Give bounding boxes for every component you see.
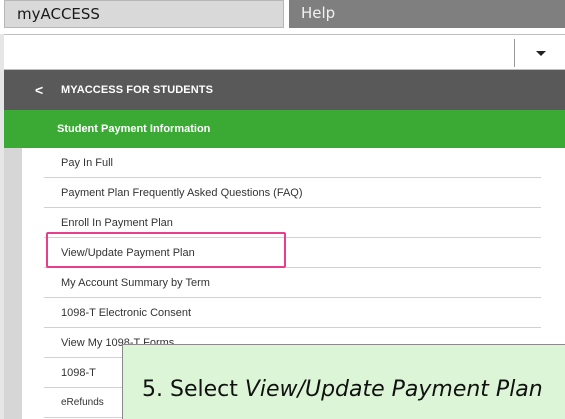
tab-help-label: Help bbox=[301, 4, 336, 22]
menu-item-label: Payment Plan Frequently Asked Questions … bbox=[61, 187, 303, 199]
section-header[interactable]: Student Payment Information bbox=[4, 110, 565, 148]
screenshot-frame: myACCESS Help < MYACCESS FOR STUDENTS St… bbox=[0, 0, 565, 419]
section-title: Student Payment Information bbox=[57, 123, 211, 135]
menu-item-label: 1098-T Electronic Consent bbox=[61, 307, 192, 319]
nav-header-title[interactable]: MYACCESS FOR STUDENTS bbox=[61, 70, 213, 110]
menu-left-bar bbox=[4, 148, 22, 419]
highlight-box bbox=[46, 232, 286, 268]
dropdown-strip bbox=[4, 34, 565, 70]
menu-item-label: 1098-T bbox=[61, 367, 96, 379]
menu-item-label: eRefunds bbox=[61, 397, 104, 408]
callout-text: 5. Select View/Update Payment Plan bbox=[142, 377, 543, 402]
caret-down-icon[interactable] bbox=[536, 51, 546, 56]
dropdown-divider bbox=[514, 39, 515, 67]
menu-item-pay-in-full[interactable]: Pay In Full bbox=[44, 148, 541, 178]
menu-item-label: Enroll In Payment Plan bbox=[61, 217, 173, 229]
callout-prefix: 5. Select bbox=[142, 377, 245, 402]
nav-header: < MYACCESS FOR STUDENTS bbox=[4, 70, 565, 110]
menu-item-label: Pay In Full bbox=[61, 157, 113, 169]
top-tab-bar: myACCESS Help bbox=[0, 0, 565, 34]
menu-item-1098t-consent[interactable]: 1098-T Electronic Consent bbox=[44, 298, 541, 328]
callout-emphasis: View/Update Payment Plan bbox=[244, 377, 543, 402]
instruction-callout: 5. Select View/Update Payment Plan bbox=[122, 344, 565, 419]
tab-help[interactable]: Help bbox=[289, 0, 565, 28]
menu-item-label: My Account Summary by Term bbox=[61, 277, 210, 289]
chevron-left-icon[interactable]: < bbox=[35, 70, 43, 110]
menu-item-payment-plan-faq[interactable]: Payment Plan Frequently Asked Questions … bbox=[44, 178, 541, 208]
tab-myaccess-label: myACCESS bbox=[17, 5, 100, 23]
menu-item-account-summary[interactable]: My Account Summary by Term bbox=[44, 268, 541, 298]
tab-myaccess[interactable]: myACCESS bbox=[4, 0, 284, 28]
